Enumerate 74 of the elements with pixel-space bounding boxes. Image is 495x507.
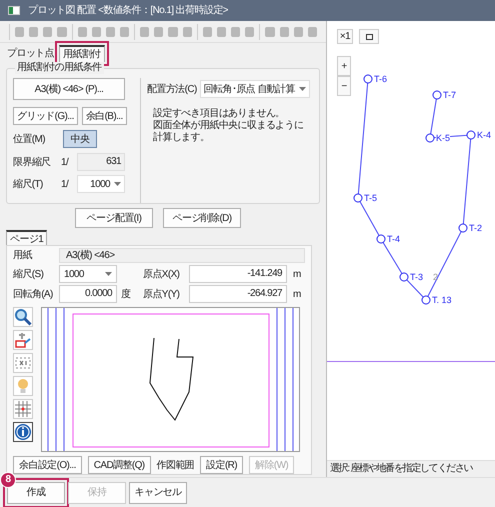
frame-button[interactable] (359, 29, 379, 44)
field-label: 縮尺(S) (13, 268, 44, 282)
point-marker[interactable] (354, 194, 362, 202)
scale-button[interactable]: ×1 (337, 29, 353, 44)
unit-label: m (293, 268, 301, 282)
field-label: 用紙 (13, 249, 34, 263)
fit-icon[interactable] (13, 353, 33, 373)
rotation-field[interactable]: 0.0000 (59, 285, 117, 303)
point-marker[interactable] (426, 134, 434, 142)
footer-button[interactable]: キャンセル (129, 482, 187, 504)
action-button[interactable]: CAD調整(Q) (88, 456, 151, 474)
field-label: 配置方法(C) (147, 82, 197, 96)
field-label: 限界縮尺 (13, 156, 52, 170)
point-marker[interactable] (466, 130, 476, 140)
step-badge: 8 (0, 472, 16, 488)
point-label: K-4 (477, 130, 492, 140)
point-label: T-3 (410, 272, 424, 282)
margin-button[interactable]: 余白(B)... (82, 107, 127, 125)
info-icon[interactable] (13, 422, 33, 442)
layout-icon[interactable] (13, 330, 33, 350)
point-label: T-6 (374, 74, 388, 84)
scale-dropdown[interactable]: 1000 (77, 175, 125, 193)
field-label: 縮尺(T) (13, 178, 44, 192)
point-marker[interactable] (422, 296, 430, 304)
point-label: T. 13 (432, 295, 452, 305)
field-label: 回転角(A) (13, 288, 54, 302)
origin-y-field[interactable]: -264.927 (189, 285, 287, 303)
action-button[interactable]: 設定(R) (200, 456, 244, 474)
square-icon (366, 34, 372, 40)
dropdown-arrow-icon (298, 87, 306, 91)
app-icon (8, 6, 20, 15)
tab[interactable]: プロット点 (4, 45, 58, 62)
method-dropdown[interactable]: 回転角･原点 自動計算 (200, 80, 310, 98)
point-marker[interactable] (376, 234, 386, 244)
field-label: 原点Y(Y) (143, 288, 180, 302)
scale-dropdown[interactable]: 1000 (59, 265, 117, 283)
limit-scale-field: 631 (77, 153, 125, 171)
group-label: 用紙割付の用紙条件 (15, 62, 104, 74)
dropdown-arrow-icon (105, 272, 112, 276)
point-label: T-5 (364, 193, 378, 203)
page-tab[interactable]: ページ1 (6, 230, 48, 245)
info-message-line: 計算します。 (153, 132, 210, 144)
field-label: 原点X(X) (143, 268, 180, 282)
action-button[interactable]: 余白設定(O)... (13, 456, 82, 474)
paper-size-button[interactable]: A3(横) <46> (P)... (13, 78, 125, 100)
status-bar: 選択: 座標や地番を指定してください (327, 460, 495, 477)
dropdown-arrow-icon (114, 182, 121, 186)
paper-field: A3(横) <46> (59, 248, 305, 263)
grid-button[interactable]: グリッド(G)... (13, 107, 78, 125)
field-label: 位置(M) (13, 132, 46, 146)
point-suffix: 2 (433, 272, 438, 282)
info-message-line: 図面全体が用紙中央に収まるように (153, 120, 304, 132)
point-marker[interactable] (432, 90, 442, 100)
scale-prefix: 1/ (61, 156, 70, 170)
point-label: T-2 (469, 223, 482, 233)
point-marker[interactable] (400, 272, 408, 282)
page-button[interactable]: ページ配置(I) (75, 208, 153, 228)
scale-prefix: 1/ (61, 178, 70, 192)
zoom-out-button[interactable]: − (337, 76, 351, 96)
point-marker[interactable] (364, 74, 372, 84)
origin-x-field[interactable]: -141.249 (189, 265, 287, 283)
unit-label: 度 (121, 288, 132, 302)
point-label: K-5 (436, 133, 450, 143)
window-title: プロット図 配置 <数値条件：[No.1] 出荷時設定> (28, 4, 228, 18)
unit-label: m (293, 288, 301, 302)
info-message-line: 設定すべき項目はありません。 (153, 108, 286, 120)
field-label: 作図範囲 (156, 458, 194, 472)
zoom-in-button[interactable]: + (337, 56, 351, 76)
page-button[interactable]: ページ削除(D) (163, 208, 241, 228)
point-label: T-7 (443, 90, 456, 100)
point-marker[interactable] (458, 224, 468, 232)
zoom-icon[interactable] (13, 307, 33, 327)
point-label: T-4 (387, 234, 400, 244)
position-button[interactable]: 中央 (63, 130, 97, 148)
